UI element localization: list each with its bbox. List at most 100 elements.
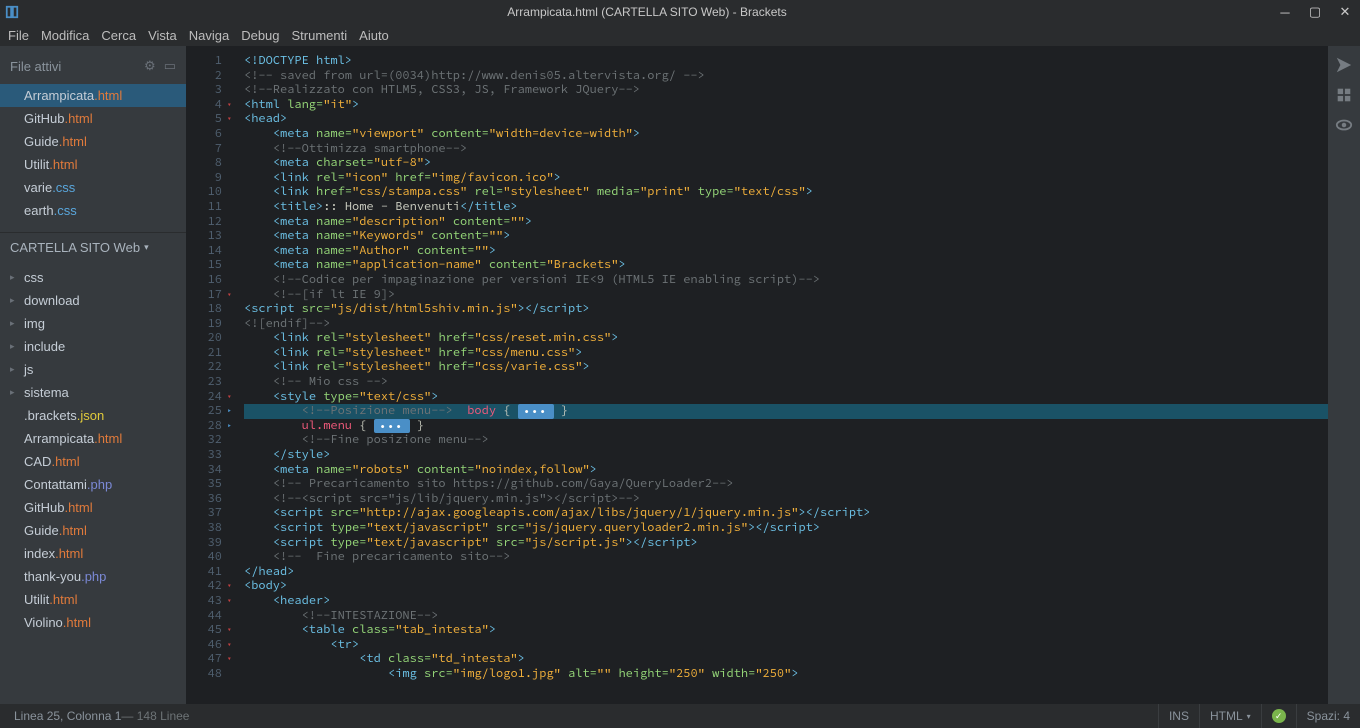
checkmark-icon: ✓ bbox=[1272, 709, 1286, 723]
file-name: Utilit bbox=[24, 592, 49, 607]
file-name: Contattami bbox=[24, 477, 87, 492]
file-item[interactable]: thank-you.php bbox=[0, 565, 186, 588]
cursor-position[interactable]: Linea 25, Colonna 1 bbox=[14, 709, 121, 723]
chevron-down-icon: ▾ bbox=[144, 242, 149, 253]
file-extension: .html bbox=[49, 157, 77, 172]
menubar: File Modifica Cerca Vista Naviga Debug S… bbox=[0, 24, 1360, 46]
file-extension: .html bbox=[49, 592, 77, 607]
file-name: earth bbox=[24, 203, 54, 218]
sidebar: File attivi ⚙ ▭ Arrampicata.htmlGitHub.h… bbox=[0, 46, 186, 704]
file-item[interactable]: Contattami.php bbox=[0, 473, 186, 496]
file-name: Violino bbox=[24, 615, 63, 630]
close-button[interactable]: ✕ bbox=[1330, 0, 1360, 24]
line-count: — 148 Linee bbox=[121, 709, 189, 723]
file-extension: .html bbox=[63, 615, 91, 630]
file-extension: .html bbox=[59, 134, 87, 149]
working-files-header[interactable]: File attivi ⚙ ▭ bbox=[0, 52, 186, 80]
file-item[interactable]: GitHub.html bbox=[0, 496, 186, 519]
file-extension: .php bbox=[81, 569, 106, 584]
chevron-right-icon: ▸ bbox=[10, 295, 22, 306]
file-extension: .css bbox=[54, 203, 77, 218]
file-item[interactable]: varie.css bbox=[0, 176, 186, 199]
indent-mode[interactable]: Spazi: 4 bbox=[1296, 704, 1360, 728]
menu-file[interactable]: File bbox=[8, 28, 29, 43]
app-icon bbox=[0, 0, 24, 24]
file-extension: .html bbox=[59, 523, 87, 538]
lint-status[interactable]: ✓ bbox=[1261, 704, 1296, 728]
file-item[interactable]: ▸sistema bbox=[0, 381, 186, 404]
file-item[interactable]: Guide.html bbox=[0, 519, 186, 542]
chevron-down-icon: ▾ bbox=[1247, 712, 1251, 721]
chevron-right-icon: ▸ bbox=[10, 318, 22, 329]
menu-aiuto[interactable]: Aiuto bbox=[359, 28, 389, 43]
file-item[interactable]: ▸js bbox=[0, 358, 186, 381]
split-view-icon[interactable]: ▭ bbox=[164, 58, 176, 74]
file-name: varie bbox=[24, 180, 52, 195]
file-item[interactable]: Utilit.html bbox=[0, 153, 186, 176]
live-preview-icon[interactable] bbox=[1335, 56, 1353, 74]
file-item[interactable]: CAD.html bbox=[0, 450, 186, 473]
file-name: Guide bbox=[24, 134, 59, 149]
file-name: thank-you bbox=[24, 569, 81, 584]
line-gutter: 1234▾5▾67891011121314151617▾181920212223… bbox=[186, 46, 228, 704]
code-area[interactable]: <!DOCTYPE html><!-- saved from url=(0034… bbox=[228, 46, 1328, 704]
chevron-right-icon: ▸ bbox=[10, 387, 22, 398]
file-name: download bbox=[24, 293, 80, 308]
editor[interactable]: 1234▾5▾67891011121314151617▾181920212223… bbox=[186, 46, 1328, 704]
file-item[interactable]: Guide.html bbox=[0, 130, 186, 153]
file-name: GitHub bbox=[24, 111, 64, 126]
eye-icon[interactable] bbox=[1335, 116, 1353, 134]
window-title: Arrampicata.html (CARTELLA SITO Web) - B… bbox=[24, 5, 1270, 19]
file-item[interactable]: Violino.html bbox=[0, 611, 186, 634]
file-extension: .html bbox=[94, 431, 122, 446]
file-item[interactable]: Arrampicata.html bbox=[0, 84, 186, 107]
file-name: index bbox=[24, 546, 55, 561]
language-mode[interactable]: HTML▾ bbox=[1199, 704, 1261, 728]
file-name: Guide bbox=[24, 523, 59, 538]
file-item[interactable]: index.html bbox=[0, 542, 186, 565]
chevron-right-icon: ▸ bbox=[10, 272, 22, 283]
file-extension: .html bbox=[55, 546, 83, 561]
file-name: Arrampicata bbox=[24, 88, 94, 103]
project-name: CARTELLA SITO Web bbox=[10, 240, 140, 255]
file-name: Utilit bbox=[24, 157, 49, 172]
file-extension: .php bbox=[87, 477, 112, 492]
minimize-button[interactable]: ─ bbox=[1270, 0, 1300, 24]
menu-strumenti[interactable]: Strumenti bbox=[292, 28, 348, 43]
project-header[interactable]: CARTELLA SITO Web ▾ bbox=[0, 232, 186, 262]
file-name: sistema bbox=[24, 385, 69, 400]
file-extension: .html bbox=[51, 454, 79, 469]
file-name: Arrampicata bbox=[24, 431, 94, 446]
file-item[interactable]: ▸css bbox=[0, 266, 186, 289]
project-tree: ▸css▸download▸img▸include▸js▸sistema.bra… bbox=[0, 262, 186, 644]
file-item[interactable]: ▸download bbox=[0, 289, 186, 312]
menu-debug[interactable]: Debug bbox=[241, 28, 279, 43]
file-name: CAD bbox=[24, 454, 51, 469]
extensions-icon[interactable] bbox=[1335, 86, 1353, 104]
working-files-list: Arrampicata.htmlGitHub.htmlGuide.htmlUti… bbox=[0, 80, 186, 232]
file-name: include bbox=[24, 339, 65, 354]
file-item[interactable]: ▸include bbox=[0, 335, 186, 358]
file-item[interactable]: GitHub.html bbox=[0, 107, 186, 130]
file-item[interactable]: Utilit.html bbox=[0, 588, 186, 611]
menu-modifica[interactable]: Modifica bbox=[41, 28, 89, 43]
titlebar: Arrampicata.html (CARTELLA SITO Web) - B… bbox=[0, 0, 1360, 24]
file-name: css bbox=[24, 270, 44, 285]
menu-vista[interactable]: Vista bbox=[148, 28, 177, 43]
file-item[interactable]: ▸img bbox=[0, 312, 186, 335]
file-name: js bbox=[24, 362, 33, 377]
file-extension: .css bbox=[52, 180, 75, 195]
file-extension: .json bbox=[77, 408, 104, 423]
file-extension: .html bbox=[64, 111, 92, 126]
menu-naviga[interactable]: Naviga bbox=[189, 28, 229, 43]
insert-mode[interactable]: INS bbox=[1158, 704, 1199, 728]
maximize-button[interactable]: ▢ bbox=[1300, 0, 1330, 24]
file-extension: .html bbox=[64, 500, 92, 515]
file-item[interactable]: .brackets.json bbox=[0, 404, 186, 427]
menu-cerca[interactable]: Cerca bbox=[101, 28, 136, 43]
gear-icon[interactable]: ⚙ bbox=[144, 58, 156, 74]
file-item[interactable]: Arrampicata.html bbox=[0, 427, 186, 450]
file-name: img bbox=[24, 316, 45, 331]
file-item[interactable]: earth.css bbox=[0, 199, 186, 222]
working-files-title: File attivi bbox=[10, 59, 61, 74]
